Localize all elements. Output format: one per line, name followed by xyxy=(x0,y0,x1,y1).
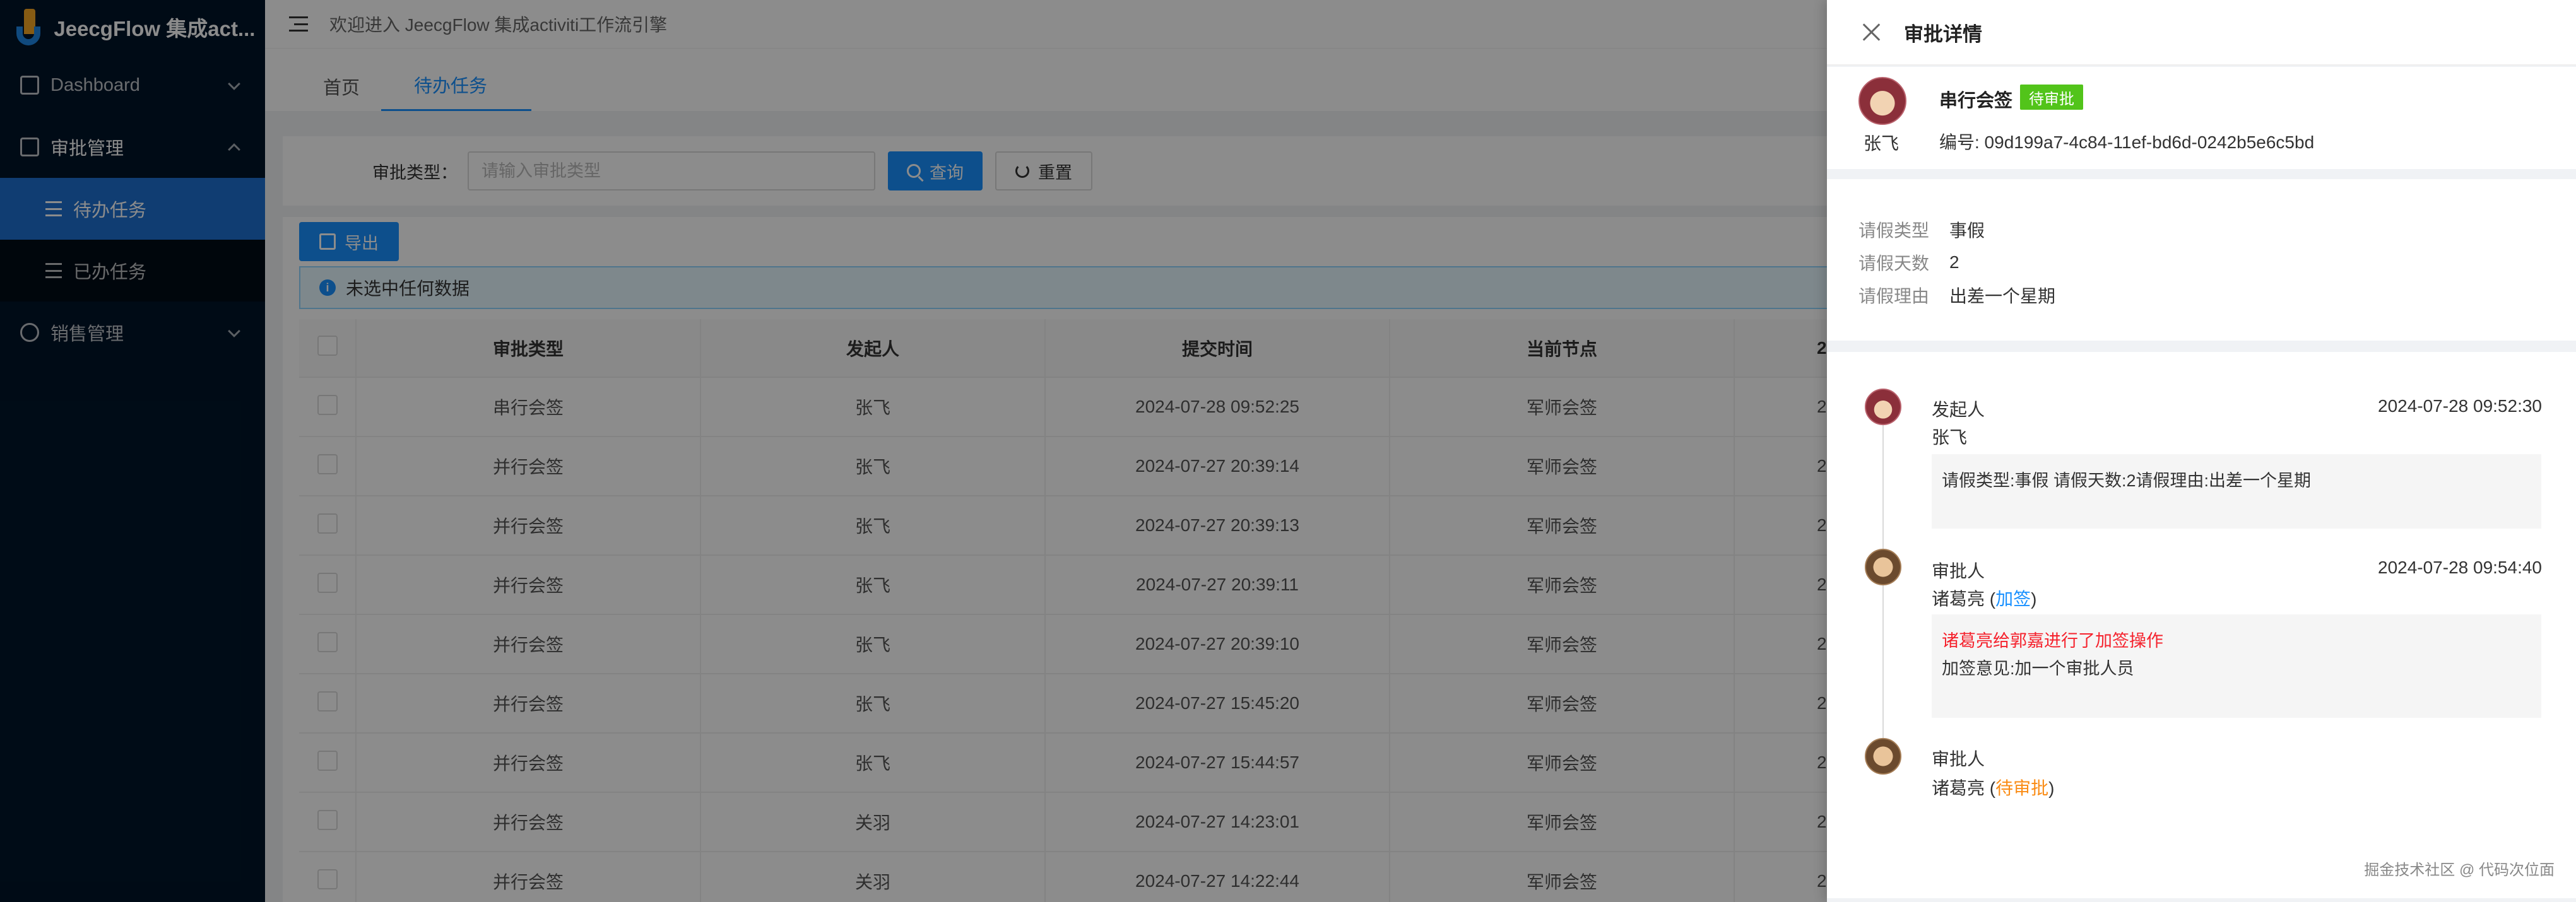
avatar xyxy=(1865,549,1901,585)
timeline-comment: 诸葛亮给郭嘉进行了加签操作 加签意见:加一个审批人员 xyxy=(1932,614,2541,718)
close-icon[interactable] xyxy=(1862,23,1880,41)
paren-close: ) xyxy=(2031,589,2037,609)
timeline-time: 2024-07-28 09:54:40 xyxy=(2378,558,2542,577)
form-label: 请假天数 xyxy=(1858,254,1930,273)
form-row: 请假天数 2 xyxy=(1858,246,2576,279)
comment-highlight: 诸葛亮给郭嘉进行了加签操作 xyxy=(1942,631,2163,650)
timeline-role: 发起人 xyxy=(1932,400,1985,419)
status-text: 待审批 xyxy=(1995,778,2049,798)
comment-text: 请假类型:事假 请假天数:2请假理由:出差一个星期 xyxy=(1942,471,2312,490)
form-label: 请假理由 xyxy=(1858,286,1930,306)
timeline-name: 张飞 xyxy=(1932,428,1968,447)
comment-text: 加签意见:加一个审批人员 xyxy=(1942,659,2134,678)
timeline-role: 审批人 xyxy=(1932,749,1985,769)
drawer-header: 审批详情 xyxy=(1827,0,2576,66)
approval-detail-drawer: 审批详情 张飞 串行会签 待审批 编号: 09d199a7-4c84-11ef-… xyxy=(1827,0,2576,902)
approver-name: 诸葛亮 ( xyxy=(1932,778,1996,798)
avatar xyxy=(1865,738,1901,775)
timeline-time: 2024-07-28 09:52:30 xyxy=(2378,396,2542,416)
initiator-name: 张飞 xyxy=(1864,134,1900,153)
form-details: 请假类型 事假 请假天数 2 请假理由 出差一个星期 xyxy=(1827,179,2576,341)
avatar xyxy=(1865,389,1901,425)
modal-mask[interactable] xyxy=(0,0,1827,902)
timeline-name: 诸葛亮 (加签) xyxy=(1932,585,2036,611)
form-value: 出差一个星期 xyxy=(1949,286,2056,306)
form-row: 请假理由 出差一个星期 xyxy=(1858,279,2576,312)
approval-id: 编号: 09d199a7-4c84-11ef-bd6d-0242b5e6c5bd xyxy=(1939,132,2315,152)
watermark: 掘金技术社区 @ 代码次位面 xyxy=(2364,862,2555,879)
avatar xyxy=(1858,77,1906,125)
approval-type: 串行会签 xyxy=(1939,91,2013,111)
timeline-role: 审批人 xyxy=(1932,561,1985,581)
form-value: 2 xyxy=(1949,252,1959,272)
form-label: 请假类型 xyxy=(1858,221,1930,240)
form-row: 请假类型 事假 xyxy=(1858,213,2576,246)
approval-timeline: 发起人 2024-07-28 09:52:30 张飞 请假类型:事假 请假天数:… xyxy=(1827,352,2576,898)
timeline-line xyxy=(1882,421,1884,775)
timeline-name: 诸葛亮 (待审批) xyxy=(1932,775,2054,800)
timeline-comment: 请假类型:事假 请假天数:2请假理由:出差一个星期 xyxy=(1932,454,2541,529)
action-link[interactable]: 加签 xyxy=(1995,589,2031,609)
status-badge: 待审批 xyxy=(2020,85,2083,110)
drawer-title: 审批详情 xyxy=(1904,23,1982,45)
paren-close: ) xyxy=(2048,778,2055,798)
form-value: 事假 xyxy=(1949,221,1985,240)
approval-summary: 张飞 串行会签 待审批 编号: 09d199a7-4c84-11ef-bd6d-… xyxy=(1827,67,2576,169)
approver-name: 诸葛亮 ( xyxy=(1932,589,1996,609)
